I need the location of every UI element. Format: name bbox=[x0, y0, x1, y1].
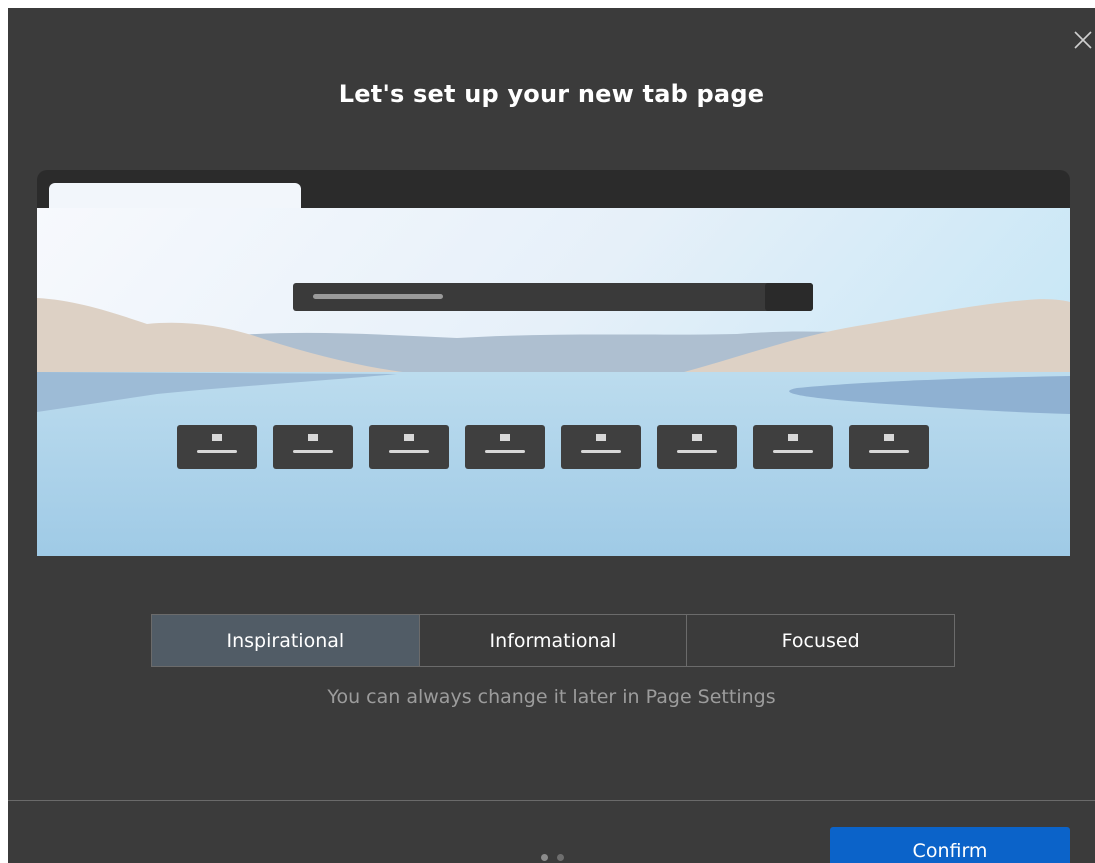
landscape-illustration bbox=[37, 208, 1070, 556]
confirm-button[interactable]: Confirm bbox=[830, 827, 1070, 863]
option-inspirational[interactable]: Inspirational bbox=[152, 615, 419, 666]
setup-dialog: Let's set up your new tab page Inspirati… bbox=[8, 8, 1095, 863]
dialog-title: Let's set up your new tab page bbox=[338, 80, 765, 108]
pager-dots bbox=[541, 854, 564, 861]
preview-page bbox=[37, 208, 1070, 556]
settings-hint: You can always change it later in Page S… bbox=[327, 686, 776, 708]
close-icon bbox=[1074, 31, 1092, 49]
option-informational[interactable]: Informational bbox=[418, 615, 687, 666]
option-focused[interactable]: Focused bbox=[686, 615, 954, 666]
pager-dot-1[interactable] bbox=[541, 854, 548, 861]
new-tab-preview bbox=[37, 170, 1070, 556]
close-button[interactable] bbox=[1069, 26, 1095, 52]
layout-options: Inspirational Informational Focused bbox=[151, 614, 955, 667]
footer-divider bbox=[8, 800, 1095, 801]
pager-dot-2[interactable] bbox=[557, 854, 564, 861]
